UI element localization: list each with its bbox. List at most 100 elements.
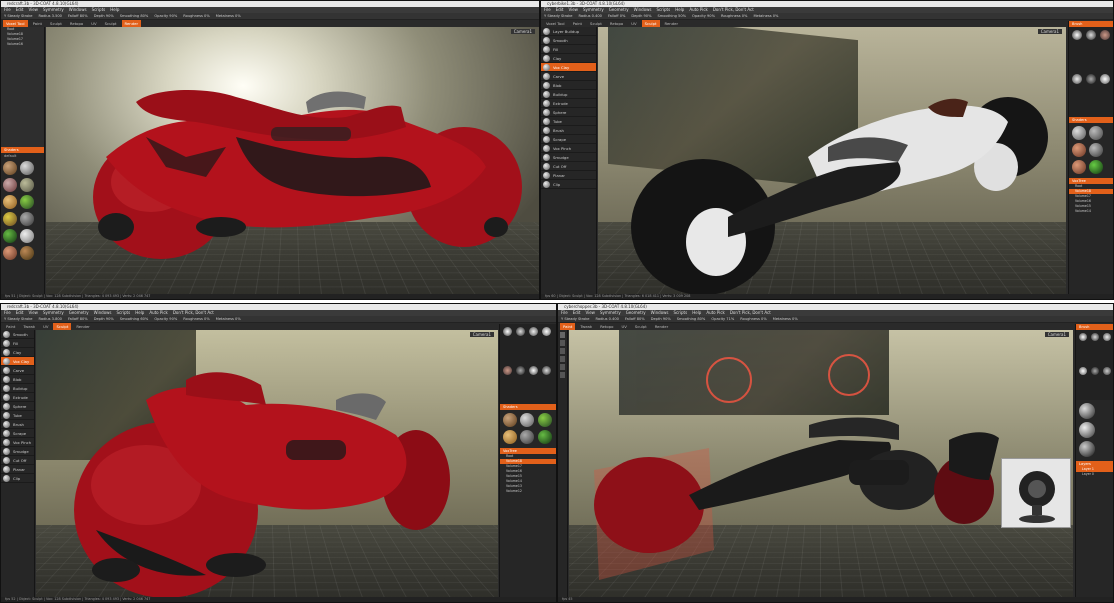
brush-item[interactable]: Brush xyxy=(1,420,34,429)
alpha-thumb[interactable] xyxy=(529,327,538,336)
brush-item[interactable]: Extrude xyxy=(1,393,34,402)
alpha-thumb[interactable] xyxy=(516,327,525,336)
tab-sculpt[interactable]: Sculpt xyxy=(53,323,72,330)
tab-voxel-tool[interactable]: Voxel Tool xyxy=(543,20,568,27)
brush-item[interactable]: Tube xyxy=(541,117,596,126)
camera-select[interactable]: Camera1 xyxy=(1044,332,1069,337)
brush-item[interactable]: Buildup xyxy=(541,90,596,99)
smoothing-field[interactable]: Smoothing 80% xyxy=(120,13,149,19)
alpha-thumb[interactable] xyxy=(542,366,551,375)
roughness-field[interactable]: Roughness 0% xyxy=(183,13,209,19)
tab-sculpt[interactable]: Sculpt xyxy=(632,323,650,330)
tab-tweak[interactable]: Tweak xyxy=(577,323,595,330)
brush-item-active[interactable]: Vox Clay xyxy=(1,357,34,366)
brush-item[interactable]: Fill xyxy=(1,339,34,348)
metalness-field[interactable]: Metalness 0% xyxy=(216,13,241,19)
shader-sphere[interactable] xyxy=(520,413,535,427)
alpha-thumb[interactable] xyxy=(1086,30,1096,40)
tab-render[interactable]: Render xyxy=(121,20,142,27)
brush-item[interactable]: Scrape xyxy=(1,429,34,438)
radius-field[interactable]: Radius 3.800 xyxy=(38,316,61,322)
shader-sphere[interactable] xyxy=(3,178,17,192)
tab-retopo[interactable]: Retopo xyxy=(67,20,86,27)
shader-sphere[interactable] xyxy=(3,195,17,209)
smoothing-field[interactable]: Smoothing 80% xyxy=(677,316,706,322)
shader-sphere[interactable] xyxy=(3,246,17,260)
brush-item[interactable]: Tube xyxy=(1,411,34,420)
shader-sphere[interactable] xyxy=(1089,126,1104,140)
shader-sphere[interactable] xyxy=(1089,143,1104,157)
alpha-thumb[interactable] xyxy=(542,327,551,336)
matcap-preview-popup[interactable] xyxy=(1001,458,1071,528)
brush-item[interactable]: Blob xyxy=(541,81,596,90)
roughness-field[interactable]: Roughness 0% xyxy=(740,316,766,322)
alpha-thumb[interactable] xyxy=(1091,367,1099,375)
shader-sphere[interactable] xyxy=(1089,160,1104,174)
matcap-sphere[interactable] xyxy=(1079,403,1095,419)
brush-item[interactable]: Smooth xyxy=(541,36,596,45)
fill-tool-icon[interactable] xyxy=(560,348,565,354)
shader-sphere[interactable] xyxy=(1072,126,1086,140)
shader-sphere[interactable] xyxy=(20,212,35,226)
opacity-field[interactable]: Opacity 90% xyxy=(154,316,177,322)
brush-item[interactable]: Blob xyxy=(1,375,34,384)
black-cyberchopper-model[interactable] xyxy=(569,330,1073,598)
brush-item[interactable]: Clay xyxy=(541,54,596,63)
brush-item[interactable]: Smudge xyxy=(541,153,596,162)
depth-field[interactable]: Depth 90% xyxy=(94,316,114,322)
brush-item[interactable]: Smudge xyxy=(1,447,34,456)
brush-item[interactable]: Smooth xyxy=(1,330,34,339)
shader-sphere[interactable] xyxy=(1072,160,1086,174)
falloff-field[interactable]: Falloff 80% xyxy=(68,13,88,19)
roughness-field[interactable]: Roughness 0% xyxy=(183,316,209,322)
shader-sphere[interactable] xyxy=(537,430,552,444)
red-hoverbike-model[interactable] xyxy=(46,27,539,295)
brush-item[interactable]: Extrude xyxy=(541,99,596,108)
tab-sculpt-2[interactable]: Sculpt xyxy=(641,20,660,27)
falloff-field[interactable]: Falloff 0% xyxy=(608,13,625,19)
viewport-3d[interactable]: Camera1 xyxy=(36,330,498,598)
brush-item[interactable]: Clip xyxy=(541,180,596,189)
alpha-thumb[interactable] xyxy=(529,366,538,375)
alpha-thumb[interactable] xyxy=(1072,74,1082,84)
brush-item[interactable]: Layer Buildup xyxy=(541,27,596,36)
red-hoverbike-model[interactable] xyxy=(36,330,498,598)
steady-stroke-toggle[interactable]: Y Steady Stroke xyxy=(4,316,32,322)
shader-sphere[interactable] xyxy=(520,430,535,444)
viewport-3d[interactable]: Camera1 xyxy=(598,27,1066,295)
shader-sphere[interactable] xyxy=(20,161,35,175)
steady-stroke-toggle[interactable]: Y Steady Stroke xyxy=(4,13,32,19)
brush-item[interactable]: Vox Pinch xyxy=(1,438,34,447)
brush-item[interactable]: Clay xyxy=(1,348,34,357)
alpha-thumb[interactable] xyxy=(1103,333,1111,341)
tab-paint[interactable]: Paint xyxy=(560,323,576,330)
depth-field[interactable]: Depth 90% xyxy=(651,316,671,322)
tab-render[interactable]: Render xyxy=(662,20,682,27)
camera-select[interactable]: Camera1 xyxy=(469,332,494,337)
matcap-sphere[interactable] xyxy=(1079,441,1095,457)
tab-voxel-tool[interactable]: Voxel Tool xyxy=(3,20,28,27)
viewport-3d[interactable]: Camera1 xyxy=(46,27,539,295)
brush-tool-icon[interactable] xyxy=(560,332,565,338)
alpha-thumb[interactable] xyxy=(1100,30,1110,40)
alpha-thumb[interactable] xyxy=(1086,74,1096,84)
brush-item[interactable]: Carve xyxy=(1,366,34,375)
roughness-field[interactable]: Roughness 0% xyxy=(721,13,747,19)
metalness-field[interactable]: Metalness 0% xyxy=(753,13,778,19)
tab-sculpt-2[interactable]: Sculpt xyxy=(102,20,120,27)
tab-retopo[interactable]: Retopo xyxy=(597,323,616,330)
opacity-field[interactable]: Opacity 90% xyxy=(154,13,177,19)
tool-tree-item[interactable]: Volume16 xyxy=(1,42,44,47)
smoothing-field[interactable]: Smoothing 50% xyxy=(657,13,686,19)
voxtree-item[interactable]: Volume12 xyxy=(500,489,556,494)
tab-paint[interactable]: Paint xyxy=(570,20,585,27)
alpha-thumb[interactable] xyxy=(1091,333,1099,341)
tab-render[interactable]: Render xyxy=(652,323,672,330)
brush-item[interactable]: Clip xyxy=(1,474,34,483)
shader-sphere[interactable] xyxy=(20,178,35,192)
falloff-field[interactable]: Falloff 80% xyxy=(68,316,88,322)
spline-tool-icon[interactable] xyxy=(560,364,565,370)
shader-sphere[interactable] xyxy=(3,212,17,226)
brush-item[interactable]: Sphere xyxy=(1,402,34,411)
shader-sphere[interactable] xyxy=(537,413,552,427)
